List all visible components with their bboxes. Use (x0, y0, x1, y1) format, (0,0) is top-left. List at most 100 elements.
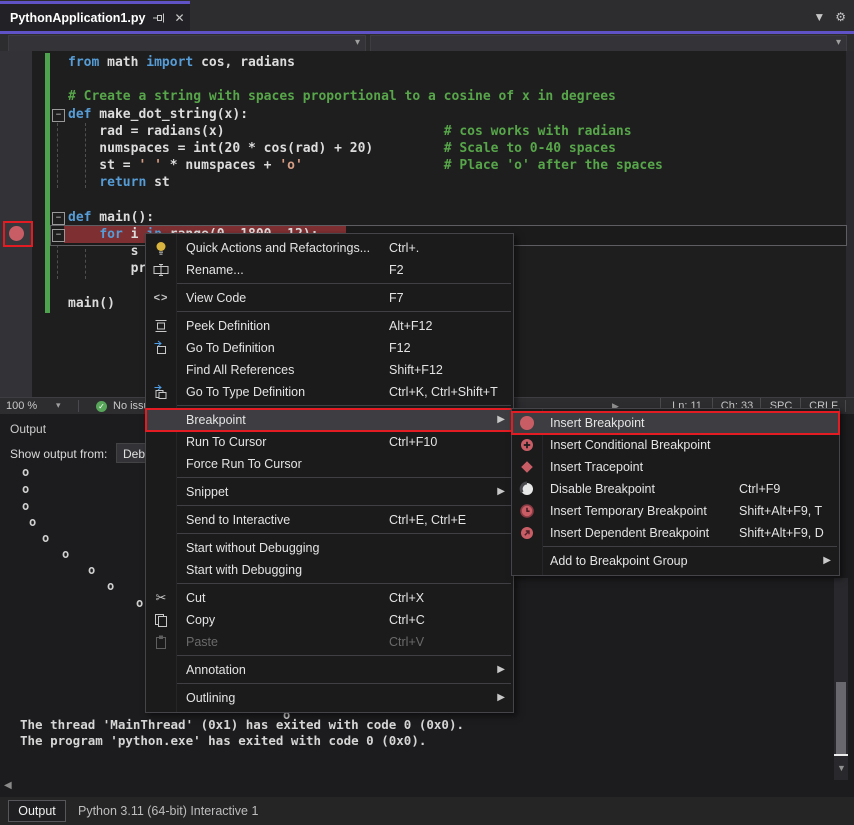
menu-item-shortcut: Ctrl+V (389, 631, 424, 653)
menu-item-label: Go To Type Definition (186, 381, 305, 403)
menu-item-start-without-debugging[interactable]: Start without Debugging (146, 537, 513, 559)
menu-item-label: Start without Debugging (186, 537, 319, 559)
fold-collapse-icon[interactable]: − (52, 109, 65, 122)
menu-item-shortcut: Shift+Alt+F9, T (739, 500, 822, 522)
menu-item-shortcut: Ctrl+C (389, 609, 425, 631)
output-char: o (107, 579, 114, 593)
submenu-arrow-icon: ▶ (823, 550, 831, 572)
submenu-arrow-icon: ▶ (497, 687, 505, 709)
document-tab[interactable]: PythonApplication1.py ✕ (0, 4, 190, 31)
fold-collapse-icon[interactable]: − (52, 212, 65, 225)
close-icon[interactable]: ✕ (174, 11, 184, 25)
menu-item-go-to-type-definition[interactable]: Go To Type DefinitionCtrl+K, Ctrl+Shift+… (146, 381, 513, 403)
menu-item-add-to-breakpoint-group[interactable]: Add to Breakpoint Group▶ (512, 550, 839, 572)
menu-item-quick-actions-and-refactorings[interactable]: Quick Actions and Refactorings... Ctrl+. (146, 237, 513, 259)
menu-item-label: Peek Definition (186, 315, 270, 337)
menu-item-rename[interactable]: Rename...F2 (146, 259, 513, 281)
copy-icon (153, 612, 169, 628)
menu-item-label: Force Run To Cursor (186, 453, 302, 475)
editor-context-menu: Quick Actions and Refactorings...Ctrl+.R… (145, 233, 514, 713)
menu-item-find-all-references[interactable]: Find All ReferencesShift+F12 (146, 359, 513, 381)
output-scrollbar-thumb[interactable] (836, 682, 846, 756)
output-char: o (62, 547, 69, 561)
menu-separator (176, 583, 511, 584)
menu-item-breakpoint[interactable]: Breakpoint▶ (146, 409, 513, 431)
menu-item-label: Send to Interactive (186, 509, 290, 531)
menu-item-insert-temporary-breakpoint[interactable]: Insert Temporary BreakpointShift+Alt+F9,… (512, 500, 839, 522)
code-line[interactable]: def main(): (68, 209, 154, 226)
menu-item-shortcut: Alt+F12 (389, 315, 432, 337)
code-line[interactable]: st = ' ' * numspaces + 'o' # Place 'o' a… (68, 157, 663, 174)
code-line[interactable]: s (68, 243, 138, 260)
menu-item-label: Disable Breakpoint (550, 478, 655, 500)
menu-item-outlining[interactable]: Outlining▶ (146, 687, 513, 709)
conditional-breakpoint-icon (519, 437, 535, 453)
code-line[interactable]: main() (68, 295, 115, 312)
code-line[interactable]: def make_dot_string(x): (68, 106, 248, 123)
output-char: o (42, 531, 49, 545)
menu-item-copy[interactable]: CopyCtrl+C (146, 609, 513, 631)
code-line[interactable]: rad = radians(x) # cos works with radian… (68, 123, 632, 140)
gear-icon[interactable]: ⚙ (835, 10, 846, 24)
output-char: o (29, 515, 36, 529)
breakpoint-icon[interactable] (9, 226, 24, 241)
cut-icon: ✂ (153, 590, 169, 606)
tab-python-interactive[interactable]: Python 3.11 (64-bit) Interactive 1 (78, 801, 258, 821)
menu-item-insert-dependent-breakpoint[interactable]: Insert Dependent BreakpointShift+Alt+F9,… (512, 522, 839, 544)
menu-item-peek-definition[interactable]: Peek Definition Alt+F12 (146, 315, 513, 337)
output-panel-title: Output (10, 422, 46, 436)
menu-item-label: Insert Conditional Breakpoint (550, 434, 711, 456)
menu-item-shortcut: F12 (389, 337, 411, 359)
output-char: o (22, 465, 29, 479)
code-line[interactable]: return st (68, 174, 170, 191)
fold-collapse-icon[interactable]: − (52, 229, 65, 242)
health-check-icon[interactable]: ✓ (96, 401, 107, 412)
scroll-down-icon[interactable]: ▼ (837, 763, 846, 773)
output-char: o (22, 499, 29, 513)
dependent-breakpoint-icon (519, 525, 535, 541)
menu-item-view-code[interactable]: <>View CodeF7 (146, 287, 513, 309)
console-line: The program 'python.exe' has exited with… (20, 733, 426, 748)
menu-item-go-to-definition[interactable]: Go To DefinitionF12 (146, 337, 513, 359)
show-output-from-label: Show output from: (10, 447, 107, 461)
menu-item-label: Insert Breakpoint (550, 412, 645, 434)
menu-item-insert-breakpoint[interactable]: Insert Breakpoint (512, 412, 839, 434)
code-line[interactable]: pr (68, 260, 146, 277)
menu-item-snippet[interactable]: Snippet▶ (146, 481, 513, 503)
menu-item-force-run-to-cursor[interactable]: Force Run To Cursor (146, 453, 513, 475)
menu-item-send-to-interactive[interactable]: Send to Interactive Ctrl+E, Ctrl+E (146, 509, 513, 531)
menu-item-shortcut: Ctrl+. (389, 237, 419, 259)
menu-item-cut[interactable]: ✂CutCtrl+X (146, 587, 513, 609)
editor-vertical-scrollbar[interactable] (846, 51, 854, 397)
code-line[interactable]: from math import cos, radians (68, 54, 295, 71)
go-to-type-definition-icon (153, 384, 169, 400)
scroll-left-icon[interactable]: ◀ (4, 780, 12, 791)
menu-item-shortcut: F7 (389, 287, 404, 309)
menu-item-label: Paste (186, 631, 218, 653)
menu-item-shortcut: Shift+Alt+F9, D (739, 522, 824, 544)
menu-item-shortcut: Ctrl+F10 (389, 431, 437, 453)
menu-item-label: Quick Actions and Refactorings... (186, 237, 370, 259)
menu-item-run-to-cursor[interactable]: Run To Cursor Ctrl+F10 (146, 431, 513, 453)
menu-item-disable-breakpoint[interactable]: Disable BreakpointCtrl+F9 (512, 478, 839, 500)
menu-item-label: Run To Cursor (186, 431, 266, 453)
pin-icon[interactable] (153, 12, 166, 24)
chevron-down-icon[interactable]: ▼ (813, 10, 825, 24)
accent-divider (0, 31, 854, 34)
tab-output[interactable]: Output (8, 800, 66, 822)
menu-item-annotation[interactable]: Annotation▶ (146, 659, 513, 681)
menu-item-insert-conditional-breakpoint[interactable]: Insert Conditional Breakpoint (512, 434, 839, 456)
rename-icon (153, 262, 169, 278)
menu-item-shortcut: Ctrl+X (389, 587, 424, 609)
code-line[interactable]: # Create a string with spaces proportion… (68, 88, 616, 105)
menu-item-start-with-debugging[interactable]: Start with Debugging (146, 559, 513, 581)
menu-item-insert-tracepoint[interactable]: Insert Tracepoint (512, 456, 839, 478)
zoom-level[interactable]: 100 % (6, 400, 37, 412)
code-line[interactable]: numspaces = int(20 * cos(rad) + 20) # Sc… (68, 140, 616, 157)
chevron-down-icon[interactable]: ▾ (56, 400, 61, 411)
paste-icon (153, 634, 169, 650)
submenu-arrow-icon: ▶ (497, 409, 505, 431)
menu-item-shortcut: Ctrl+E, Ctrl+E (389, 509, 466, 531)
breakpoint-annotation-box (3, 221, 33, 247)
menu-item-label: Start with Debugging (186, 559, 302, 581)
